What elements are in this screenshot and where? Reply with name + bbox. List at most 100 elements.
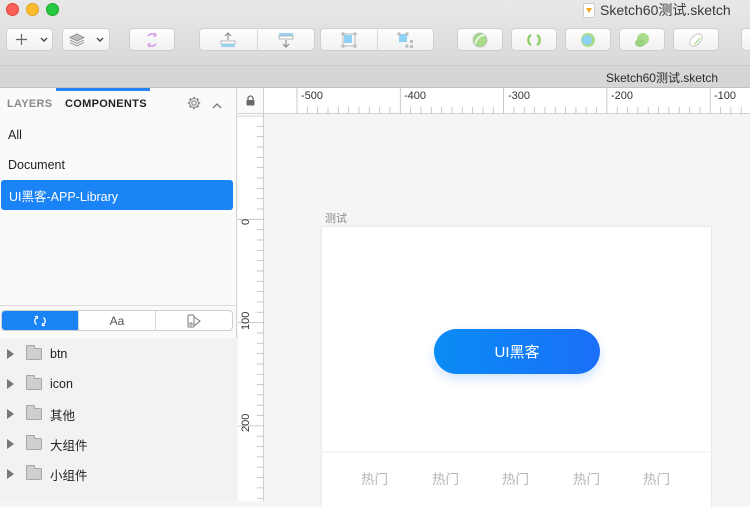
- library-item-ui-app-library[interactable]: UI黑客-APP-Library: [1, 180, 233, 210]
- ruler-label: -500: [301, 90, 324, 102]
- ruler-label: 100: [240, 311, 252, 330]
- primary-button-symbol[interactable]: UI黑客: [434, 329, 600, 374]
- window-titlebar: Sketch60测试.sketch: [0, 0, 750, 66]
- ruler-lock-corner[interactable]: [238, 88, 264, 114]
- gear-icon[interactable]: [187, 96, 201, 110]
- segment-text-styles[interactable]: Aa: [78, 311, 155, 330]
- folder-label: 小组件: [50, 468, 88, 483]
- sync-icon: [147, 32, 157, 47]
- layer-styles-icon: [187, 314, 201, 327]
- backward-button[interactable]: [256, 29, 314, 50]
- tabbar-item: 热门: [502, 472, 529, 487]
- chevron-down-icon: [92, 29, 109, 50]
- folder-icon: [26, 345, 42, 360]
- flatten-icon: [689, 32, 703, 47]
- tab-layers[interactable]: LAYERS: [7, 98, 52, 110]
- difference-icon: [635, 32, 649, 47]
- arrange-group: [199, 28, 315, 51]
- close-window-button[interactable]: [6, 3, 19, 16]
- tabbar-item: 热门: [361, 472, 388, 487]
- primary-button-label: UI黑客: [494, 344, 540, 361]
- segment-layer-styles[interactable]: [155, 311, 232, 330]
- ruler-label: -100: [714, 90, 737, 102]
- folder-row[interactable]: 小组件: [0, 459, 237, 489]
- grouping-group: [320, 28, 434, 51]
- active-tab-indicator: [56, 88, 150, 91]
- ruler-label: -200: [611, 90, 634, 102]
- ruler-label: -400: [404, 90, 427, 102]
- folder-icon: [26, 465, 42, 480]
- folder-row[interactable]: 其他: [0, 399, 237, 429]
- folder-row[interactable]: btn: [0, 339, 237, 369]
- library-item-label: Document: [8, 158, 65, 172]
- artboard[interactable]: UI黑客 热门 热门 热门 热门 热门: [322, 227, 711, 507]
- collapse-chevron-up-icon[interactable]: [212, 97, 222, 109]
- forward-button[interactable]: [200, 29, 257, 50]
- subtract-icon: [527, 33, 541, 46]
- folder-icon: [26, 405, 42, 420]
- document-tab-bar: Sketch60测试.sketch: [0, 66, 750, 88]
- folder-label: icon: [50, 377, 73, 391]
- minimize-window-button[interactable]: [26, 3, 39, 16]
- lock-icon: [246, 95, 255, 106]
- layers-stack-icon: [63, 29, 92, 50]
- folder-label: btn: [50, 347, 68, 361]
- panel-divider[interactable]: [0, 305, 237, 306]
- sync-button[interactable]: [129, 28, 175, 51]
- move-forward-icon: [221, 31, 236, 47]
- tabbar-symbol[interactable]: 热门 热门 热门 热门 热门: [322, 451, 711, 501]
- zoom-window-button[interactable]: [46, 3, 59, 16]
- ungroup-button[interactable]: [376, 29, 433, 50]
- ruler-label: 200: [240, 413, 252, 432]
- union-button[interactable]: [457, 28, 503, 51]
- move-backward-icon: [278, 32, 294, 48]
- library-item-label: All: [8, 128, 22, 142]
- library-item-label: UI黑客-APP-Library: [9, 189, 119, 204]
- folder-row[interactable]: 大组件: [0, 429, 237, 459]
- sketch-file-icon: [583, 2, 595, 18]
- tabbar-item: 热门: [643, 472, 670, 487]
- document-tab-title[interactable]: Sketch60测试.sketch: [606, 69, 718, 86]
- flatten-button[interactable]: [673, 28, 719, 51]
- disclosure-triangle-icon[interactable]: [7, 349, 14, 359]
- intersect-button[interactable]: [565, 28, 611, 51]
- window-title-text: Sketch60测试.sketch: [600, 2, 731, 18]
- union-icon: [472, 32, 488, 47]
- disclosure-triangle-icon[interactable]: [7, 409, 14, 419]
- disclosure-triangle-icon[interactable]: [7, 379, 14, 389]
- artboard-name[interactable]: 测试: [325, 210, 347, 226]
- group-icon: [341, 32, 357, 47]
- folder-label: 其他: [50, 408, 76, 423]
- more-toolbar-button[interactable]: [741, 28, 750, 51]
- tabbar-item: 热门: [432, 472, 459, 487]
- tabbar-item: 热门: [573, 472, 600, 487]
- subtract-button[interactable]: [511, 28, 557, 51]
- segment-symbols[interactable]: [2, 311, 78, 330]
- chevron-down-icon: [36, 29, 52, 50]
- window-title: Sketch60测试.sketch: [583, 1, 731, 19]
- ruler-label: -300: [508, 90, 531, 102]
- component-type-segmented-control: Aa: [1, 310, 233, 331]
- difference-button[interactable]: [619, 28, 665, 51]
- horizontal-ruler[interactable]: -500 -400 -300 -200 -100: [264, 88, 750, 114]
- text-styles-icon: Aa: [109, 313, 125, 328]
- ruler-label: 0: [240, 218, 252, 225]
- library-item-document[interactable]: Document: [0, 150, 233, 180]
- folder-icon: [26, 435, 42, 450]
- library-item-all[interactable]: All: [0, 120, 233, 150]
- disclosure-triangle-icon[interactable]: [7, 469, 14, 479]
- disclosure-triangle-icon[interactable]: [7, 439, 14, 449]
- folder-row[interactable]: icon: [0, 369, 237, 399]
- insert-button[interactable]: [6, 28, 53, 51]
- sidebar-tabs: LAYERS COMPONENTS: [0, 88, 237, 120]
- intersect-icon: [581, 32, 595, 47]
- group-button[interactable]: [321, 29, 377, 50]
- layers-menu-button[interactable]: [62, 28, 110, 51]
- plus-icon: [7, 29, 36, 50]
- folder-label: 大组件: [50, 438, 88, 453]
- canvas[interactable]: -500 -400 -300 -200 -100 0 100 200 测试 UI…: [238, 88, 750, 507]
- tab-components[interactable]: COMPONENTS: [65, 98, 147, 110]
- vertical-ruler[interactable]: 0 100 200: [238, 114, 264, 501]
- folder-icon: [26, 375, 42, 390]
- sidebar: LAYERS COMPONENTS All Document UI黑客-APP-…: [0, 88, 237, 501]
